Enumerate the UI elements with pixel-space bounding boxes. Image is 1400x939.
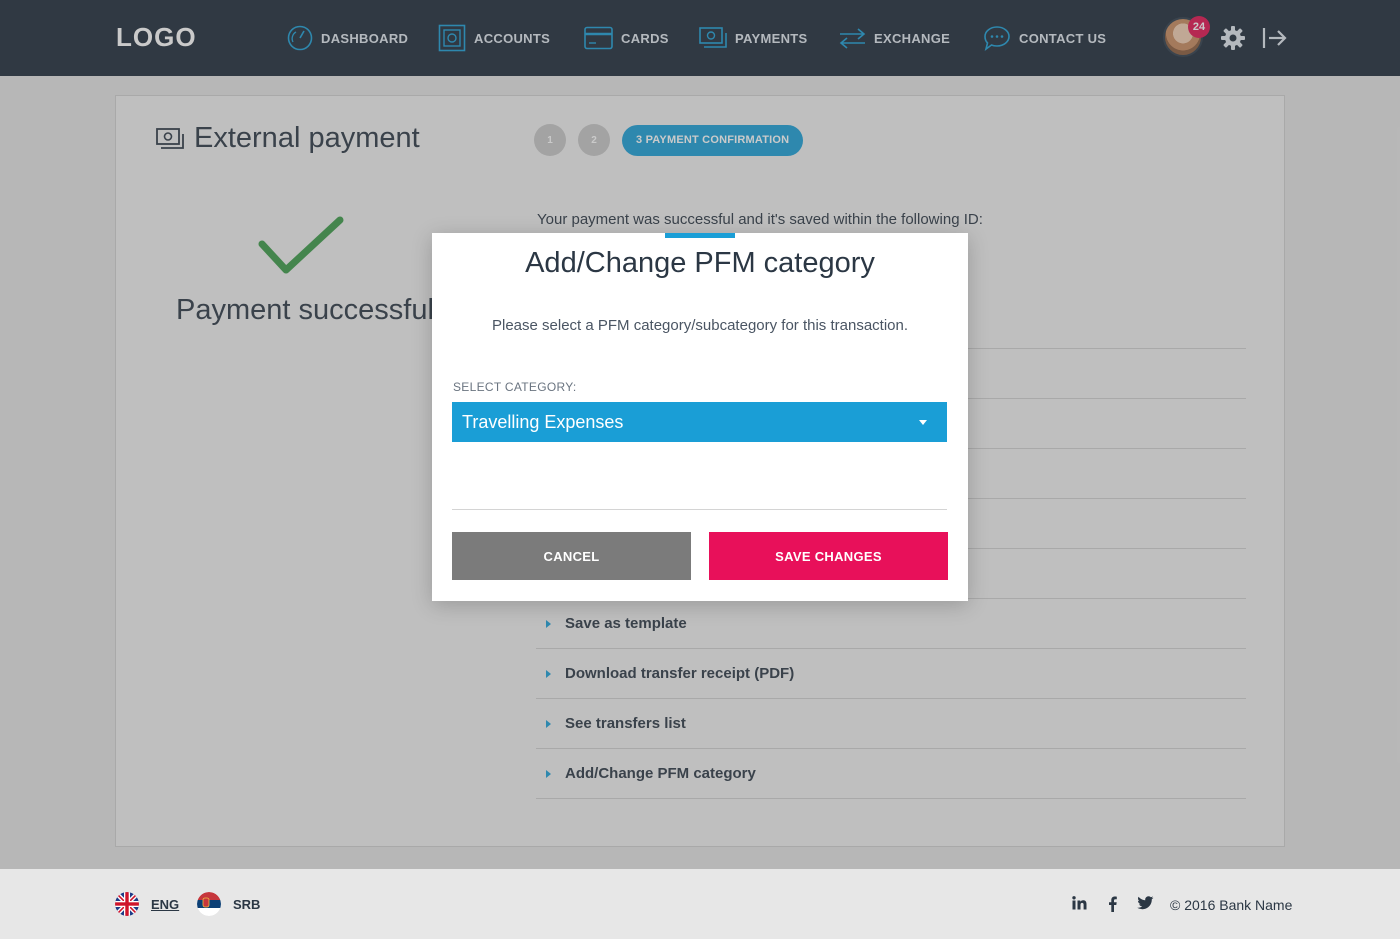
save-changes-button[interactable]: SAVE CHANGES: [709, 532, 948, 580]
pfm-category-modal: Add/Change PFM category Please select a …: [432, 233, 968, 601]
modal-description: Please select a PFM category/subcategory…: [491, 317, 909, 334]
linkedin-icon[interactable]: [1072, 896, 1087, 910]
serbia-flag-icon: [197, 892, 221, 916]
category-select[interactable]: Travelling Expenses: [452, 402, 947, 442]
twitter-icon[interactable]: [1137, 896, 1154, 910]
modal-title: Add/Change PFM category: [525, 247, 875, 279]
modal-accent-bar: [665, 233, 735, 238]
divider: [452, 509, 947, 510]
uk-flag-icon: [115, 892, 139, 916]
category-select-value: Travelling Expenses: [462, 411, 624, 432]
language-eng[interactable]: ENG: [115, 892, 179, 916]
language-srb-label: SRB: [233, 896, 261, 912]
facebook-icon[interactable]: [1108, 896, 1117, 912]
cancel-button[interactable]: CANCEL: [452, 532, 691, 580]
language-srb[interactable]: SRB: [197, 892, 260, 916]
copyright: © 2016 Bank Name: [1170, 897, 1293, 913]
language-eng-label: ENG: [151, 896, 180, 912]
chevron-down-icon: [919, 420, 927, 425]
select-category-label: SELECT CATEGORY:: [453, 380, 577, 394]
footer: ENG SRB © 2016 Bank Name: [0, 869, 1400, 939]
